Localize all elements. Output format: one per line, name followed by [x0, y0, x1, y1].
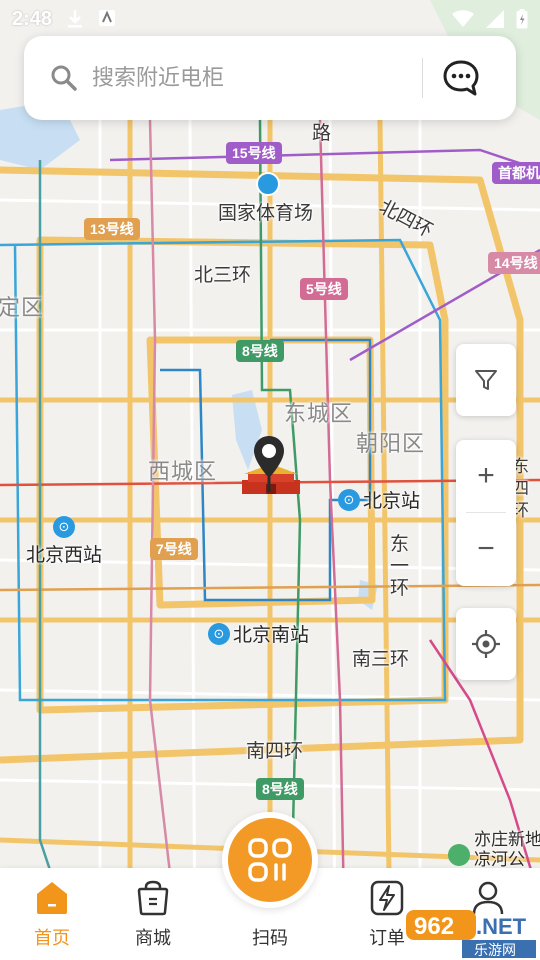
- filter-button[interactable]: [456, 344, 516, 416]
- search-icon: [51, 65, 77, 91]
- wifi-icon: [452, 10, 474, 27]
- railway-station-icon: ⊙: [338, 488, 360, 511]
- road-label-north-3rd-ring: 北三环: [194, 265, 252, 286]
- place-label-national-stadium: 国家体育场: [218, 203, 314, 224]
- park-poi-icon: [448, 844, 470, 866]
- road-label-east-1st-ring: 东一环: [390, 534, 410, 599]
- station-label: 北京南站: [233, 625, 310, 646]
- district-label-chaoyang: 朝阳区: [356, 431, 426, 456]
- railway-station-icon: ⊙: [208, 622, 230, 645]
- scan-code-icon: [248, 838, 292, 882]
- zoom-out-button[interactable]: −: [456, 513, 516, 585]
- order-lightning-icon: [370, 880, 404, 916]
- station-label: 凉河公: [474, 850, 525, 869]
- road-label-south-3rd-ring: 南三环: [352, 649, 410, 670]
- nav-label: 订单: [369, 928, 405, 948]
- filter-funnel-icon: [475, 370, 497, 390]
- metro-line-badge: 8号线: [256, 778, 304, 800]
- station-label: 亦庄新地: [474, 830, 540, 849]
- chat-bubble-icon: [443, 60, 479, 96]
- station-beijing[interactable]: ⊙ 北京站: [338, 486, 420, 513]
- crosshair-locate-icon: [472, 630, 500, 658]
- district-label-dongcheng: 东城区: [284, 401, 354, 426]
- station-label: 北京西站: [26, 545, 103, 566]
- metro-line-badge: 5号线: [300, 278, 348, 300]
- site-watermark-logo: 962 .NET 乐游网: [406, 910, 536, 958]
- railway-station-icon: ⊙: [53, 516, 75, 538]
- metro-line-badge: 14号线: [488, 252, 540, 274]
- road-label: 路: [312, 123, 332, 144]
- svg-text:962: 962: [414, 913, 454, 940]
- search-input[interactable]: [92, 65, 412, 91]
- station-label: 北京站: [363, 491, 421, 512]
- metro-line-badge: 13号线: [84, 218, 140, 240]
- shopping-bag-icon: [137, 880, 169, 916]
- zoom-in-button[interactable]: +: [456, 440, 516, 512]
- download-icon: [68, 10, 83, 28]
- station-beijing-south[interactable]: ⊙ 北京南站: [208, 620, 309, 647]
- nav-label: 首页: [34, 928, 70, 948]
- scan-label: 扫码: [252, 928, 288, 948]
- metro-line-badge: 15号线: [226, 142, 282, 164]
- scan-button[interactable]: [222, 812, 318, 908]
- metro-line-badge: 首都机: [492, 162, 540, 184]
- locate-me-button[interactable]: [456, 608, 516, 680]
- svg-text:乐游网: 乐游网: [474, 943, 516, 958]
- stadium-poi-icon: [256, 172, 280, 196]
- status-bar: 2:48: [0, 0, 540, 38]
- notification-app-icon: [99, 10, 116, 26]
- location-pin-icon: [254, 436, 284, 492]
- search-divider: [422, 58, 423, 98]
- signal-icon: [486, 10, 504, 28]
- station-beijing-west[interactable]: ⊙ 北京西站: [26, 516, 102, 567]
- nav-home[interactable]: 首页: [12, 880, 92, 950]
- district-label: 定区: [0, 295, 45, 320]
- svg-text:.NET: .NET: [476, 914, 527, 939]
- home-icon: [37, 882, 67, 914]
- metro-line-badge: 7号线: [150, 538, 198, 560]
- nav-label: 商城: [135, 928, 171, 948]
- battery-icon: [516, 9, 528, 29]
- district-label-xicheng: 西城区: [148, 459, 218, 484]
- message-button[interactable]: [441, 58, 481, 98]
- nav-shop[interactable]: 商城: [113, 880, 193, 950]
- zoom-controls: + −: [456, 440, 516, 586]
- search-bar: [24, 36, 516, 120]
- status-time: 2:48: [12, 7, 53, 30]
- road-label-south-4th-ring: 南四环: [246, 741, 304, 762]
- metro-line-badge: 8号线: [236, 340, 284, 362]
